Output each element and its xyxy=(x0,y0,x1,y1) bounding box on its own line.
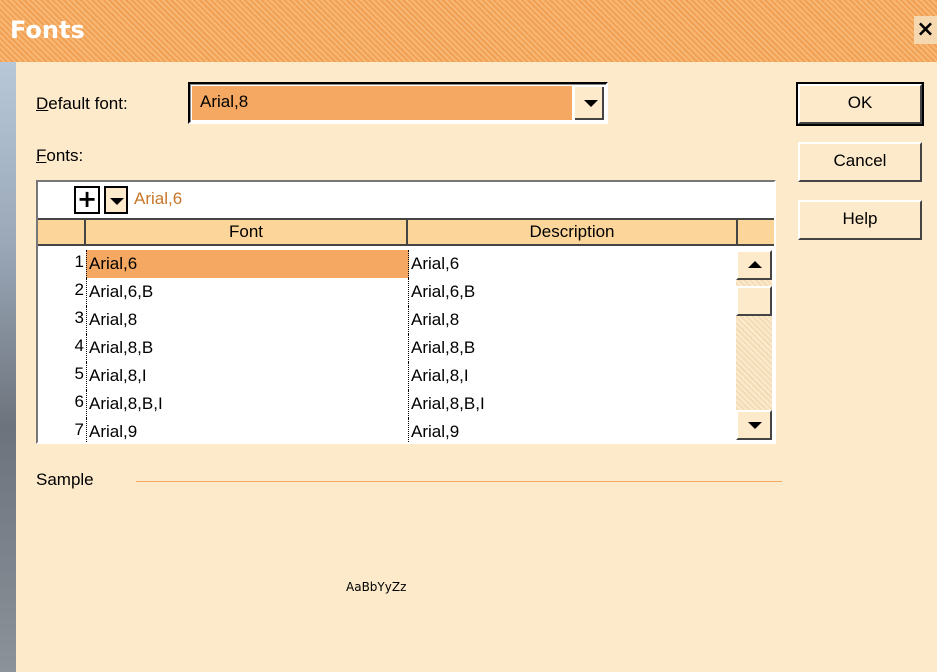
font-cell[interactable]: Arial,8,B,I xyxy=(86,390,409,418)
font-cell[interactable]: Arial,9 xyxy=(86,418,409,442)
font-dropdown-button[interactable] xyxy=(104,186,128,214)
sample-label: Sample xyxy=(36,470,94,489)
sample-divider xyxy=(136,481,782,482)
row-number: 4 xyxy=(74,336,84,355)
default-font-label: Default font: xyxy=(36,94,128,114)
help-button[interactable]: Help xyxy=(798,200,922,240)
row-number: 1 xyxy=(74,252,84,271)
current-font-value[interactable]: Arial,6 xyxy=(134,189,182,209)
font-cell[interactable]: Arial,8 xyxy=(86,306,409,334)
table-row[interactable]: 6 Arial,8,B,I Arial,8,B,I xyxy=(38,390,736,418)
default-font-select-value-area: Arial,8 xyxy=(192,86,572,120)
row-number: 2 xyxy=(74,280,84,299)
font-cell[interactable]: Arial,6 xyxy=(86,250,409,278)
add-font-button[interactable]: + xyxy=(74,186,100,214)
default-font-select-value: Arial,8 xyxy=(200,92,249,111)
ok-button[interactable]: OK xyxy=(796,82,924,126)
row-number: 7 xyxy=(74,420,84,439)
fonts-grid[interactable]: + Arial,6 Font Description 1 Arial,6 Ari… xyxy=(36,180,776,444)
default-font-label-text: efault font: xyxy=(48,94,128,113)
description-cell[interactable]: Arial,8,B,I xyxy=(408,390,736,418)
description-cell[interactable]: Arial,8,B xyxy=(408,334,736,362)
dialog-body: Default font: Arial,8 Fonts: + Arial,6 F… xyxy=(16,62,937,672)
close-button[interactable]: × xyxy=(914,16,937,44)
description-cell[interactable]: Arial,6 xyxy=(408,250,736,278)
grid-rows: 1 Arial,6 Arial,6 2 Arial,6,B Arial,6,B … xyxy=(38,250,736,442)
table-row[interactable]: 1 Arial,6 Arial,6 xyxy=(38,250,736,278)
row-number: 3 xyxy=(74,308,84,327)
description-cell[interactable]: Arial,8,I xyxy=(408,362,736,390)
table-row[interactable]: 3 Arial,8 Arial,8 xyxy=(38,306,736,334)
grid-header: Font Description xyxy=(38,218,774,246)
fonts-label-accelerator: F xyxy=(36,146,47,165)
description-cell[interactable]: Arial,6,B xyxy=(408,278,736,306)
chevron-down-icon xyxy=(110,198,124,205)
header-description[interactable]: Description xyxy=(408,220,738,244)
scroll-down-button[interactable] xyxy=(736,410,772,440)
fonts-label: Fonts: xyxy=(36,146,83,166)
scroll-thumb[interactable] xyxy=(736,286,772,316)
vertical-scrollbar[interactable] xyxy=(736,250,772,440)
dialog-title: Fonts xyxy=(10,16,85,44)
row-number: 5 xyxy=(74,364,84,383)
header-row-number xyxy=(38,220,86,244)
font-cell[interactable]: Arial,6,B xyxy=(86,278,409,306)
row-number: 6 xyxy=(74,392,84,411)
default-font-dropdown-button[interactable] xyxy=(574,86,604,120)
description-cell[interactable]: Arial,9 xyxy=(408,418,736,442)
default-font-select[interactable]: Arial,8 xyxy=(188,82,608,124)
grid-toolbar: + Arial,6 xyxy=(38,182,774,218)
chevron-up-icon xyxy=(748,261,762,268)
scroll-up-button[interactable] xyxy=(736,250,772,280)
chevron-down-icon xyxy=(748,422,762,429)
fonts-dialog: Fonts × Default font: Arial,8 Fonts: + A… xyxy=(0,0,937,672)
font-cell[interactable]: Arial,8,B xyxy=(86,334,409,362)
table-row[interactable]: 5 Arial,8,I Arial,8,I xyxy=(38,362,736,390)
header-font[interactable]: Font xyxy=(86,220,408,244)
sample-preview-text: AaBbYyZz xyxy=(346,580,407,594)
description-cell[interactable]: Arial,8 xyxy=(408,306,736,334)
fonts-label-text: onts: xyxy=(46,146,84,165)
title-bar[interactable]: Fonts xyxy=(0,0,937,62)
table-row[interactable]: 2 Arial,6,B Arial,6,B xyxy=(38,278,736,306)
chevron-down-icon xyxy=(584,100,598,107)
default-font-label-accelerator: D xyxy=(36,94,49,113)
table-row[interactable]: 7 Arial,9 Arial,9 xyxy=(38,418,736,442)
cancel-button[interactable]: Cancel xyxy=(798,142,922,182)
font-cell[interactable]: Arial,8,I xyxy=(86,362,409,390)
table-row[interactable]: 4 Arial,8,B Arial,8,B xyxy=(38,334,736,362)
